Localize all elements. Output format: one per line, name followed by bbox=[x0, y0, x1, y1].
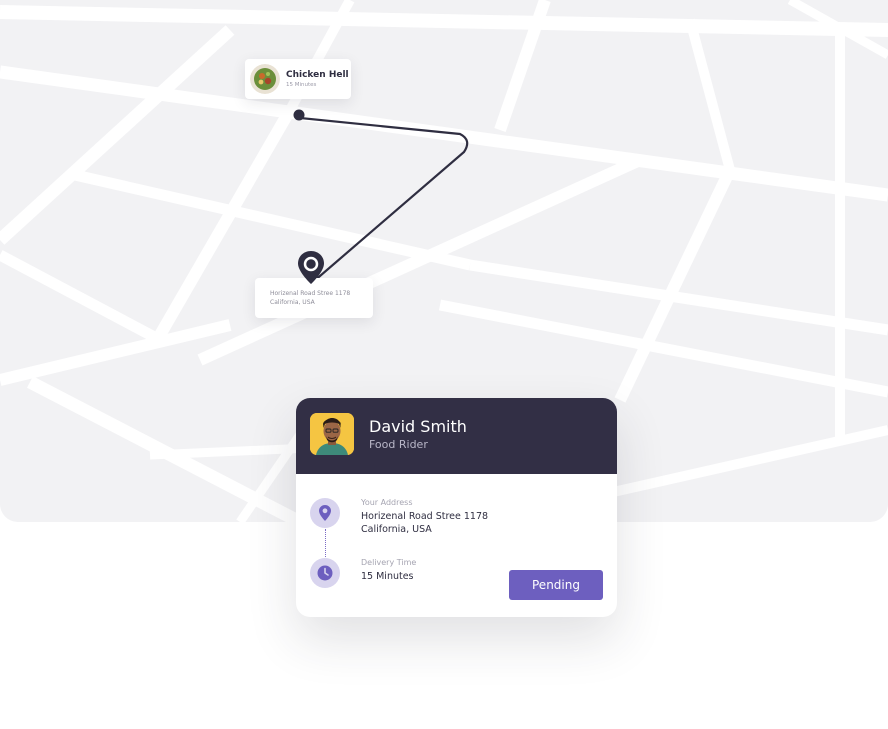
address-line1: Horizenal Road Stree 1178 bbox=[361, 511, 489, 522]
address-label: Your Address bbox=[361, 498, 413, 507]
avatar bbox=[310, 413, 354, 455]
delivery-time-label: Delivery Time bbox=[361, 558, 417, 567]
restaurant-tag[interactable]: Chicken Hell 15 Minutes bbox=[245, 59, 351, 99]
map-pin-icon bbox=[296, 250, 326, 286]
timeline-connector bbox=[325, 529, 326, 557]
food-bowl-image bbox=[250, 64, 280, 94]
rider-header: David Smith Food Rider bbox=[296, 398, 617, 474]
rider-role: Food Rider bbox=[369, 438, 428, 451]
rider-card: David Smith Food Rider Your Address Hori… bbox=[296, 398, 617, 617]
pending-button[interactable]: Pending bbox=[509, 570, 603, 600]
address-line2: California, USA bbox=[361, 524, 432, 535]
clock-icon bbox=[310, 558, 340, 588]
restaurant-name: Chicken Hell bbox=[286, 69, 349, 80]
delivery-time-value: 15 Minutes bbox=[361, 571, 414, 582]
rider-details: Your Address Horizenal Road Stree 1178 C… bbox=[296, 474, 617, 617]
location-icon bbox=[310, 498, 340, 528]
restaurant-time: 15 Minutes bbox=[286, 81, 317, 88]
destination-line2: California, USA bbox=[270, 299, 315, 306]
rider-name: David Smith bbox=[369, 417, 467, 436]
